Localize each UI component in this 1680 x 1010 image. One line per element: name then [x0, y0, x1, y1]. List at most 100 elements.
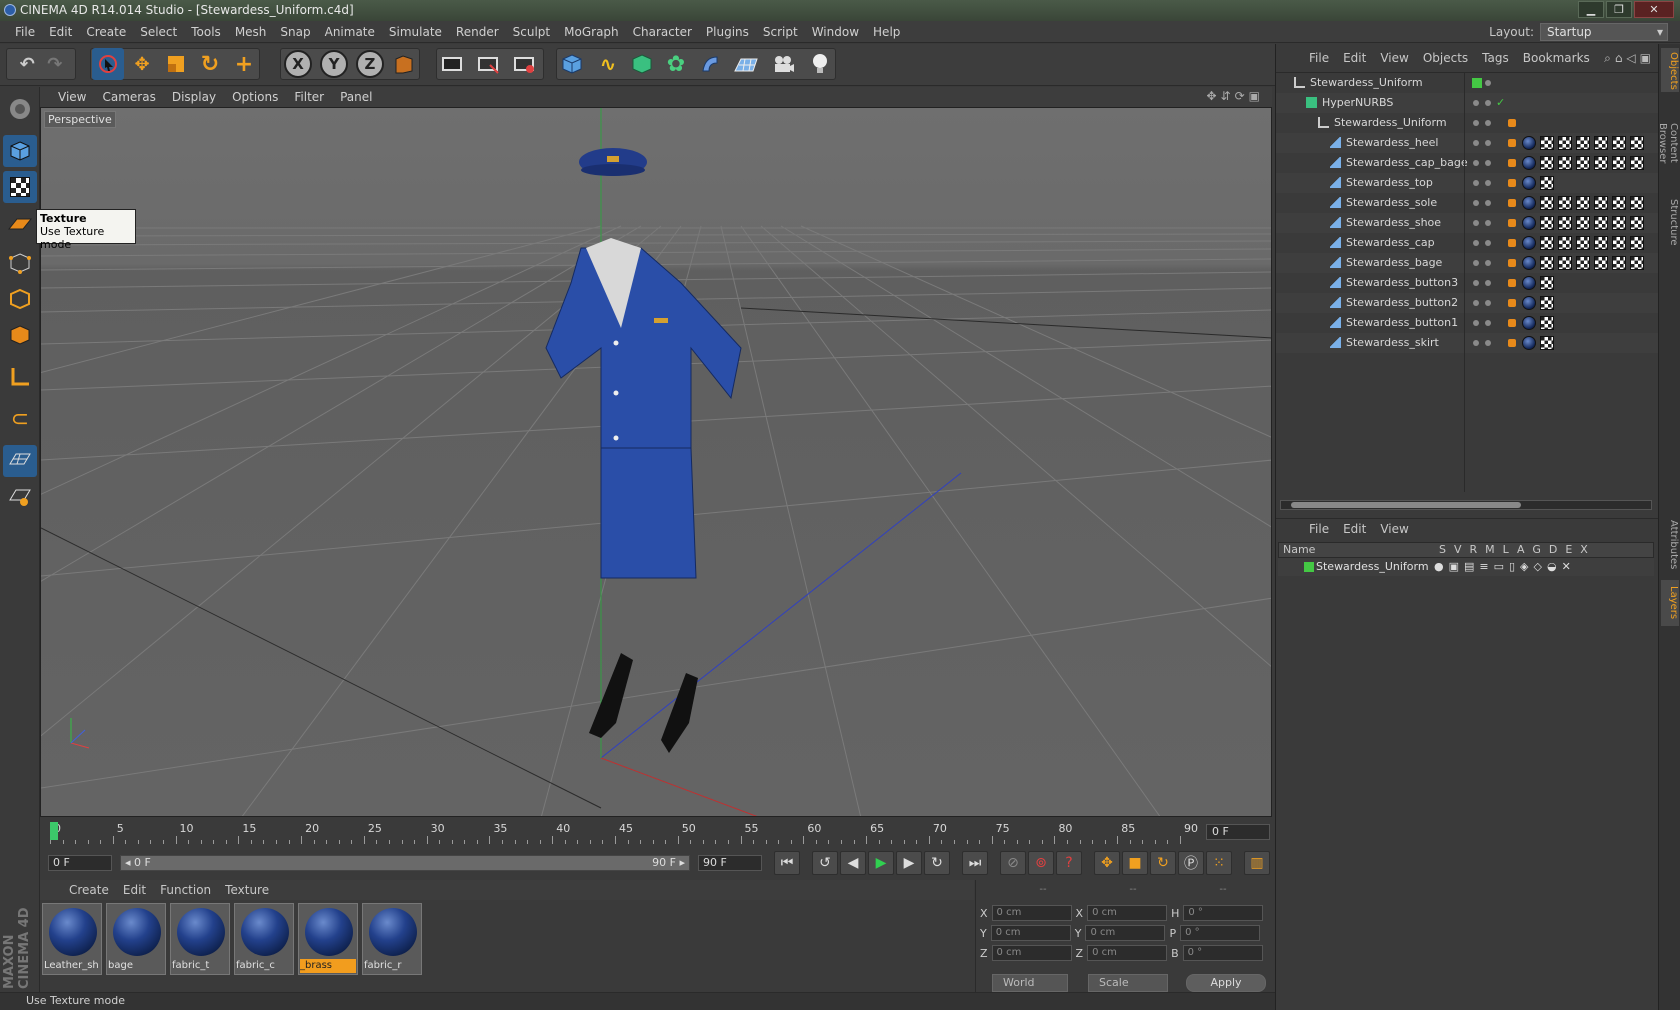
object-row[interactable]: Stewardess_cap — [1276, 233, 1659, 253]
texture-tag-icon[interactable] — [1594, 156, 1608, 170]
editor-visibility-dot[interactable] — [1473, 200, 1479, 206]
size-x-field[interactable]: 0 cm — [1087, 905, 1168, 921]
workplane-lock-icon[interactable] — [3, 445, 37, 477]
current-frame-field[interactable]: 0 F — [1206, 824, 1270, 840]
viewport-menu-filter[interactable]: Filter — [286, 90, 332, 104]
reverse-loop-icon[interactable]: ↻ — [924, 851, 950, 875]
end-frame-field[interactable]: 90 F — [698, 855, 762, 871]
texture-tag-icon[interactable] — [1540, 316, 1554, 330]
key-point-level-icon[interactable]: ⁙ — [1206, 851, 1232, 875]
object-row[interactable]: Stewardess_Uniform — [1276, 73, 1659, 93]
texture-tag-icon[interactable] — [1540, 276, 1554, 290]
spline-icon[interactable]: ∿ — [592, 48, 624, 80]
menu-simulate[interactable]: Simulate — [382, 25, 449, 39]
menu-window[interactable]: Window — [805, 25, 866, 39]
object-row[interactable]: Stewardess_Uniform — [1276, 113, 1659, 133]
light-icon[interactable] — [804, 48, 836, 80]
polygons-mode-icon[interactable] — [3, 319, 37, 351]
go-to-start-icon[interactable]: ⏮ — [774, 851, 800, 875]
tab-content-browser[interactable]: Content Browser — [1657, 98, 1679, 188]
coordinate-space-dropdown[interactable]: World — [992, 974, 1068, 992]
array-icon[interactable]: ✿ — [660, 48, 692, 80]
texture-tag-icon[interactable] — [1576, 136, 1590, 150]
menu-tools[interactable]: Tools — [184, 25, 228, 39]
render-visibility-dot[interactable] — [1485, 220, 1491, 226]
texture-tag-icon[interactable] — [1558, 156, 1572, 170]
texture-tag-icon[interactable] — [1558, 236, 1572, 250]
texture-tag-icon[interactable] — [1630, 216, 1644, 230]
texture-tag-icon[interactable] — [1630, 256, 1644, 270]
apply-button[interactable]: Apply — [1186, 974, 1266, 992]
editor-visibility-dot[interactable] — [1473, 240, 1479, 246]
render-visibility-dot[interactable] — [1485, 120, 1491, 126]
editor-visibility-dot[interactable] — [1473, 320, 1479, 326]
material-swatch[interactable]: _brass — [298, 903, 358, 975]
texture-tag-icon[interactable] — [1630, 136, 1644, 150]
viewport-menu-view[interactable]: View — [50, 90, 94, 104]
layer-toggle-icons[interactable]: ●▣▤≡▭▯◈◇◒✕ — [1434, 558, 1576, 576]
texture-tag-icon[interactable] — [1558, 256, 1572, 270]
phong-tag-icon[interactable] — [1508, 199, 1516, 207]
menu-sculpt[interactable]: Sculpt — [506, 25, 557, 39]
editor-visibility-dot[interactable] — [1473, 180, 1479, 186]
texture-tag-icon[interactable] — [1540, 176, 1554, 190]
object-row[interactable]: Stewardess_heel — [1276, 133, 1659, 153]
texture-tag-icon[interactable] — [1540, 256, 1554, 270]
om-toolbar-icons[interactable]: ⌕⌂◁▣ — [1604, 51, 1655, 66]
render-visibility-dot[interactable] — [1485, 180, 1491, 186]
om-menu-edit[interactable]: Edit — [1336, 51, 1373, 65]
material-menu-edit[interactable]: Edit — [116, 883, 153, 897]
material-swatch[interactable]: fabric_r — [362, 903, 422, 975]
record-keys-icon[interactable]: ⊘ — [1000, 851, 1026, 875]
scale-icon[interactable] — [160, 48, 192, 80]
render-visibility-dot[interactable] — [1485, 240, 1491, 246]
phong-tag-icon[interactable] — [1508, 239, 1516, 247]
material-tag-icon[interactable] — [1522, 316, 1536, 330]
menu-help[interactable]: Help — [866, 25, 907, 39]
layer-row[interactable]: Stewardess_Uniform ●▣▤≡▭▯◈◇◒✕ — [1278, 558, 1654, 576]
material-tag-icon[interactable] — [1522, 296, 1536, 310]
om-horizontal-scrollbar[interactable] — [1280, 500, 1652, 510]
autokey-icon[interactable]: ⊚ — [1028, 851, 1054, 875]
coordinate-system-icon[interactable] — [388, 48, 420, 80]
timeline-window-icon[interactable]: ▥ — [1244, 851, 1270, 875]
phong-tag-icon[interactable] — [1508, 319, 1516, 327]
material-swatch[interactable]: bage — [106, 903, 166, 975]
texture-tag-icon[interactable] — [1540, 296, 1554, 310]
material-tag-icon[interactable] — [1522, 136, 1536, 150]
render-visibility-dot[interactable] — [1485, 300, 1491, 306]
object-row[interactable]: Stewardess_skirt — [1276, 333, 1659, 353]
texture-tag-icon[interactable] — [1612, 256, 1626, 270]
material-swatch[interactable]: fabric_t — [170, 903, 230, 975]
object-row[interactable]: Stewardess_button1 — [1276, 313, 1659, 333]
undo-icon[interactable]: ↶ — [20, 54, 35, 75]
texture-tag-icon[interactable] — [1594, 256, 1608, 270]
texture-tag-icon[interactable] — [1612, 216, 1626, 230]
editor-visibility-dot[interactable] — [1473, 340, 1479, 346]
editor-visibility-dot[interactable] — [1473, 140, 1479, 146]
texture-tag-icon[interactable] — [1558, 216, 1572, 230]
viewport-menu-options[interactable]: Options — [224, 90, 286, 104]
lm-menu-file[interactable]: File — [1302, 522, 1336, 536]
loop-icon[interactable]: ↺ — [812, 851, 838, 875]
tab-layers[interactable]: Layers — [1661, 580, 1679, 626]
menu-render[interactable]: Render — [449, 25, 506, 39]
texture-tag-icon[interactable] — [1630, 236, 1644, 250]
menu-plugins[interactable]: Plugins — [699, 25, 756, 39]
object-row[interactable]: HyperNURBS ✓ — [1276, 93, 1659, 113]
texture-tag-icon[interactable] — [1540, 236, 1554, 250]
points-mode-icon[interactable] — [3, 247, 37, 279]
y-axis-icon[interactable]: Y — [318, 48, 350, 80]
object-row[interactable]: Stewardess_bage — [1276, 253, 1659, 273]
position-x-field[interactable]: 0 cm — [991, 905, 1072, 921]
key-position-icon[interactable]: ✥ — [1094, 851, 1120, 875]
render-view-icon[interactable] — [436, 48, 468, 80]
phong-tag-icon[interactable] — [1508, 119, 1516, 127]
nurbs-icon[interactable] — [626, 48, 658, 80]
editor-visibility-dot[interactable] — [1473, 100, 1479, 106]
om-menu-bookmarks[interactable]: Bookmarks — [1516, 51, 1597, 65]
material-tag-icon[interactable] — [1522, 336, 1536, 350]
texture-tag-icon[interactable] — [1576, 196, 1590, 210]
texture-tag-icon[interactable] — [1558, 136, 1572, 150]
phong-tag-icon[interactable] — [1508, 339, 1516, 347]
